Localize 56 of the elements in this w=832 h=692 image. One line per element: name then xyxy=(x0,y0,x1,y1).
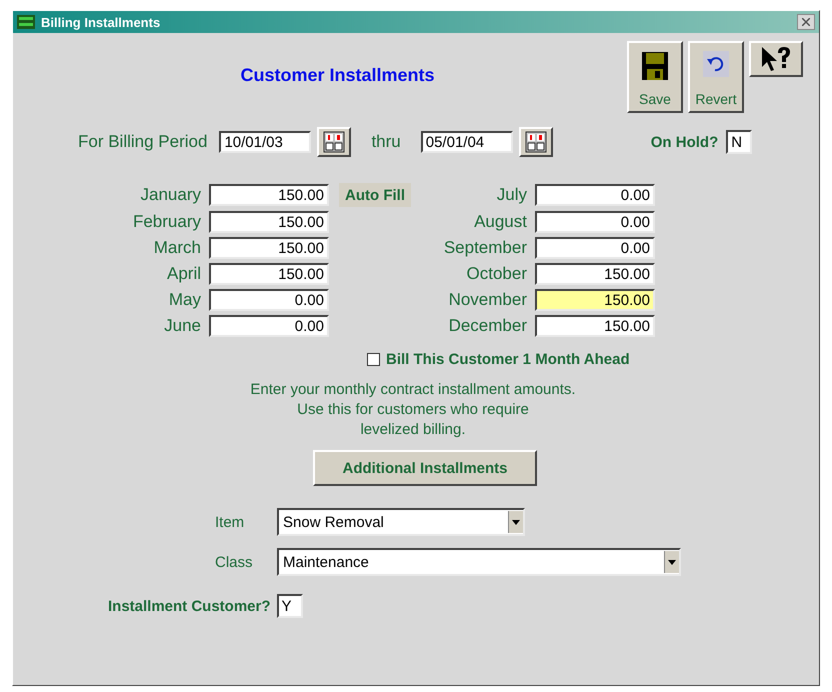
caret-icon xyxy=(512,520,520,524)
checkbox[interactable] xyxy=(367,353,380,366)
amount-field[interactable]: 0.00 xyxy=(535,237,655,259)
caret-icon xyxy=(668,560,676,564)
month-label: October xyxy=(466,264,527,284)
amount-field[interactable]: 150.00 xyxy=(535,263,655,285)
installment-customer-field[interactable]: Y xyxy=(276,594,303,618)
amount-field[interactable]: 150.00 xyxy=(535,315,655,337)
revert-button[interactable]: Revert xyxy=(688,41,744,113)
month-label: February xyxy=(132,212,201,232)
amount-field[interactable]: 0.00 xyxy=(209,289,329,311)
calendar-icon xyxy=(524,131,547,153)
month-label: September xyxy=(442,238,527,258)
month-label: August xyxy=(473,212,527,232)
month-label: April xyxy=(166,264,201,284)
additional-installments-button[interactable]: Additional Installments xyxy=(313,450,537,486)
app-icon xyxy=(17,15,35,29)
amount-field[interactable]: 150.00 xyxy=(209,184,329,206)
calendar-button[interactable] xyxy=(317,127,352,157)
amount-field[interactable]: 0.00 xyxy=(535,184,655,206)
on-hold-label: On Hold? xyxy=(650,134,718,150)
checkbox-label: Bill This Customer 1 Month Ahead xyxy=(386,351,630,368)
date-field[interactable]: 05/01/04 xyxy=(420,131,513,153)
period-label: For Billing Period xyxy=(78,132,208,152)
amount-field[interactable]: 150.00 xyxy=(209,237,329,259)
class-label: Class xyxy=(215,554,254,570)
date-field[interactable]: 10/01/03 xyxy=(219,131,312,153)
installment-customer-label: Installment Customer? xyxy=(108,598,271,614)
amount-field[interactable]: 150.00 xyxy=(209,211,329,233)
help-pointer-icon xyxy=(759,45,793,73)
month-label: November xyxy=(448,290,527,310)
window-title: Billing Installments xyxy=(41,14,162,30)
close-icon xyxy=(802,18,810,26)
item-dropdown[interactable]: Snow Removal xyxy=(277,508,525,536)
help-button[interactable] xyxy=(749,41,803,77)
month-label: July xyxy=(496,185,527,205)
amount-field[interactable]: 150.00 xyxy=(209,263,329,285)
month-label: March xyxy=(152,238,201,258)
calendar-button[interactable] xyxy=(518,127,553,157)
thru-label: thru xyxy=(371,132,401,152)
month-label: January xyxy=(140,185,201,205)
auto-fill-button[interactable]: Auto Fill xyxy=(339,183,411,207)
amount-field[interactable]: 0.00 xyxy=(209,315,329,337)
instruction-text: Enter your monthly contract installment amounts. Use this for customers who require levelized billing. xyxy=(249,380,577,440)
month-label: May xyxy=(168,290,201,310)
calendar-icon xyxy=(323,131,346,153)
item-label: Item xyxy=(215,514,246,530)
class-dropdown[interactable]: Maintenance xyxy=(277,548,681,576)
month-label: December xyxy=(448,316,527,336)
close-button[interactable] xyxy=(797,14,815,30)
month-label: June xyxy=(163,316,201,336)
amount-field[interactable]: 150.00 xyxy=(535,289,655,311)
save-button[interactable]: Save xyxy=(627,41,683,113)
on-hold-field[interactable]: N xyxy=(726,130,752,154)
form-heading: Customer Installments xyxy=(239,64,436,86)
amount-field[interactable]: 0.00 xyxy=(535,211,655,233)
